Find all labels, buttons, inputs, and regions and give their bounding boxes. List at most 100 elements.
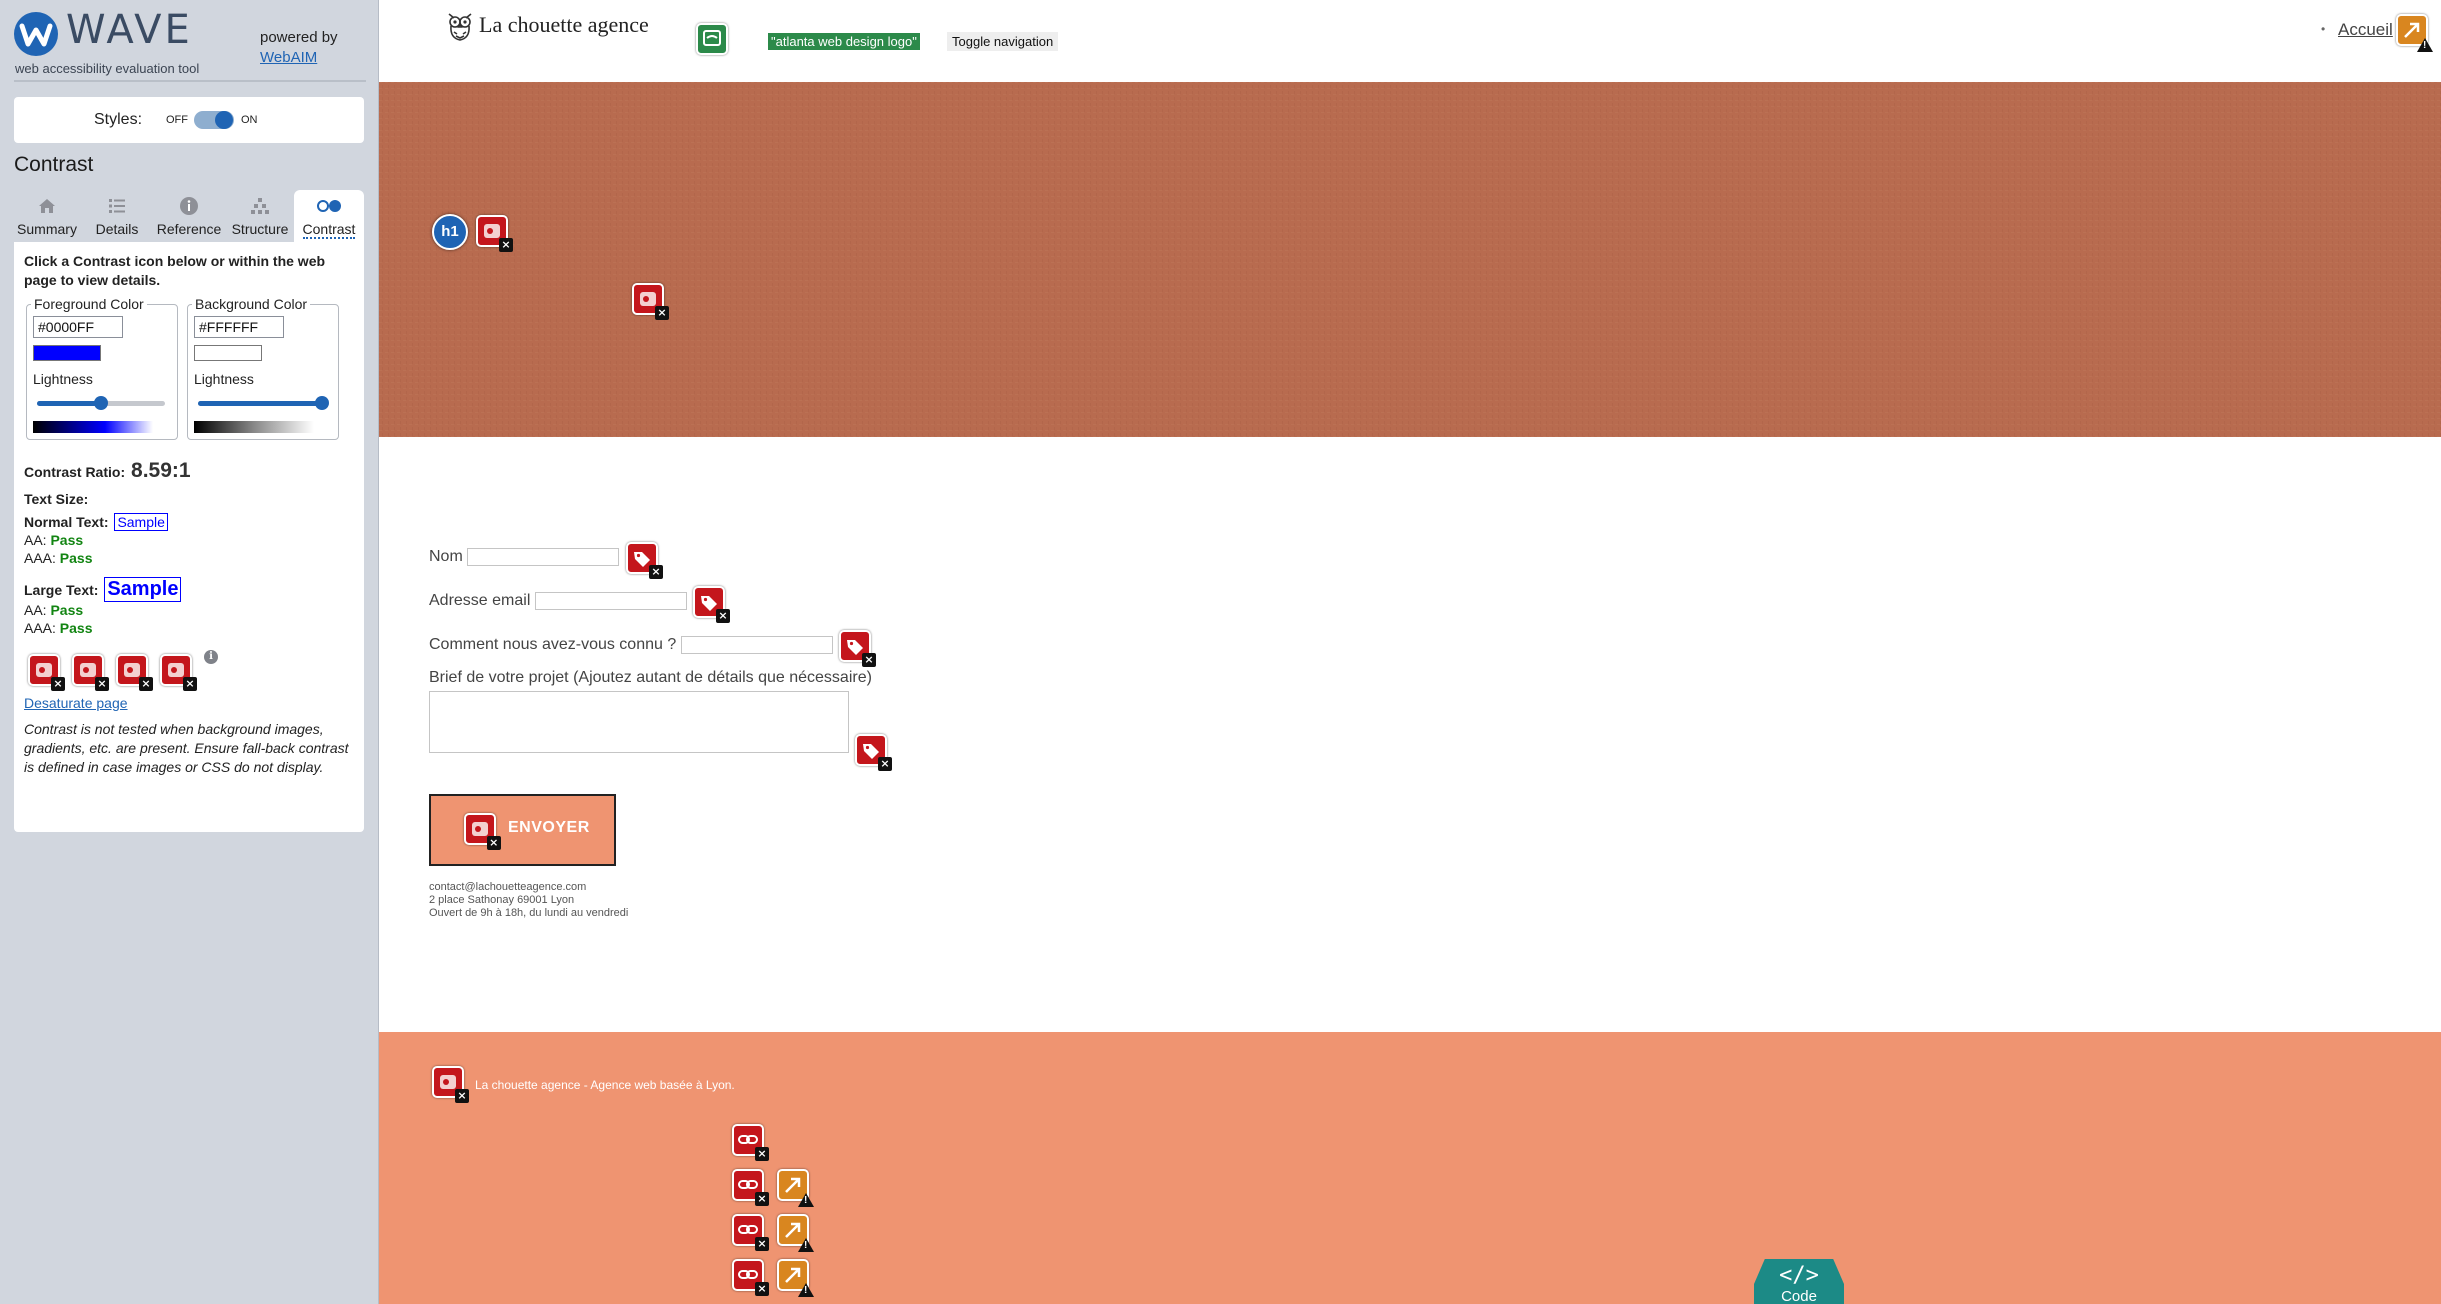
nav-link-accueil[interactable]: Accueil bbox=[2338, 20, 2393, 40]
header-divider bbox=[14, 80, 366, 82]
styles-off-label: OFF bbox=[166, 114, 188, 126]
source-input[interactable] bbox=[681, 636, 833, 654]
source-label: Comment nous avez-vous connu ? bbox=[429, 636, 677, 653]
tab-structure[interactable]: Structure bbox=[226, 190, 294, 242]
contrast-error-icon[interactable]: × bbox=[432, 1066, 469, 1103]
contact-address: 2 place Sathonay 69001 Lyon bbox=[429, 894, 575, 906]
foreground-gradient-bar bbox=[33, 421, 153, 433]
background-lightness-label: Lightness bbox=[194, 371, 254, 387]
contrast-ratio: Contrast Ratio: 8.59:1 bbox=[24, 459, 191, 483]
redundant-link-alert-icon[interactable] bbox=[777, 1169, 814, 1207]
tab-contrast[interactable]: Contrast bbox=[294, 190, 364, 242]
empty-heading-error-icon[interactable]: × bbox=[476, 215, 513, 252]
foreground-lightness-slider[interactable] bbox=[37, 396, 165, 410]
contrast-error-icon[interactable]: × bbox=[28, 654, 65, 691]
contact-hours: Ouvert de 9h à 18h, du lundi au vendredi bbox=[429, 907, 629, 919]
wave-sidebar: WAVE web accessibility evaluation tool p… bbox=[0, 0, 379, 1304]
list-icon bbox=[84, 196, 150, 218]
foreground-color-group: Foreground Color #0000FF Lightness bbox=[26, 296, 178, 440]
envoyer-button[interactable]: × ENVOYER bbox=[429, 794, 616, 866]
panel-title: Contrast bbox=[14, 153, 94, 176]
code-label: Code bbox=[1781, 1288, 1817, 1304]
styles-toggle-box: Styles: OFF ON bbox=[14, 97, 364, 143]
missing-label-error-icon[interactable]: × bbox=[626, 542, 663, 579]
background-color-group: Background Color #FFFFFF Lightness bbox=[187, 296, 339, 440]
contrast-error-icon[interactable]: × bbox=[160, 654, 197, 691]
background-gradient-bar bbox=[194, 421, 314, 433]
evaluated-page: La chouette agence "atlanta web design l… bbox=[379, 0, 2441, 1304]
normal-text-sample: Sample bbox=[114, 513, 168, 531]
desaturate-page-link[interactable]: Desaturate page bbox=[24, 695, 128, 711]
heading-h1-icon[interactable]: h1 bbox=[432, 214, 468, 250]
alt-text-label: "atlanta web design logo" bbox=[768, 33, 920, 50]
tab-reference[interactable]: Reference bbox=[154, 190, 224, 242]
empty-link-error-icon[interactable]: × bbox=[732, 1259, 769, 1296]
email-input[interactable] bbox=[535, 592, 687, 610]
footer-text: La chouette agence - Agence web basée à … bbox=[475, 1078, 735, 1092]
slider-thumb[interactable] bbox=[315, 396, 330, 410]
nom-input[interactable] bbox=[467, 548, 619, 566]
tab-details[interactable]: Details bbox=[84, 190, 150, 242]
redundant-link-alert-icon[interactable] bbox=[777, 1214, 814, 1252]
envoyer-label: ENVOYER bbox=[508, 819, 590, 836]
tab-label: Summary bbox=[17, 221, 77, 237]
contrast-error-icon[interactable]: × bbox=[464, 813, 501, 850]
normal-aaa-status: Pass bbox=[59, 550, 93, 566]
missing-label-error-icon[interactable]: × bbox=[693, 586, 730, 623]
owl-logo-icon[interactable] bbox=[445, 8, 475, 42]
background-lightness-slider[interactable] bbox=[198, 396, 330, 410]
background-hex-input[interactable]: #FFFFFF bbox=[194, 316, 284, 338]
empty-link-error-icon[interactable]: × bbox=[732, 1169, 769, 1206]
tab-label: Contrast bbox=[302, 221, 356, 239]
redundant-link-alert-icon[interactable] bbox=[2396, 14, 2433, 52]
contrast-info-icon[interactable]: i bbox=[204, 650, 218, 664]
background-legend: Background Color bbox=[192, 296, 311, 312]
contrast-ratio-label: Contrast Ratio: bbox=[24, 464, 126, 480]
slider-thumb[interactable] bbox=[94, 396, 108, 410]
contrast-error-icon[interactable]: × bbox=[632, 283, 669, 320]
missing-label-error-icon[interactable]: × bbox=[839, 630, 876, 667]
site-footer: × La chouette agence - Agence web basée … bbox=[379, 1032, 2441, 1304]
empty-link-error-icon[interactable]: × bbox=[732, 1214, 769, 1251]
large-aaa-result: AAA: Pass bbox=[24, 620, 93, 636]
nom-label: Nom bbox=[429, 548, 463, 565]
contrast-instructions: Click a Contrast icon below or within th… bbox=[24, 253, 326, 288]
structure-icon bbox=[226, 196, 294, 218]
large-aa-status: Pass bbox=[50, 602, 84, 618]
hero-banner: h1 × × bbox=[379, 82, 2441, 437]
large-text-row: Large Text: Sample bbox=[24, 577, 182, 602]
slider-fill bbox=[198, 401, 323, 406]
wave-logo-icon[interactable] bbox=[14, 12, 58, 56]
home-icon bbox=[14, 196, 80, 218]
wave-header: WAVE web accessibility evaluation tool p… bbox=[0, 0, 379, 82]
missing-label-error-icon[interactable]: × bbox=[855, 734, 892, 771]
empty-link-error-icon[interactable]: × bbox=[732, 1124, 769, 1161]
foreground-legend: Foreground Color bbox=[31, 296, 147, 312]
slider-fill bbox=[37, 401, 101, 406]
webaim-link[interactable]: WebAIM bbox=[260, 48, 338, 68]
tab-summary[interactable]: Summary bbox=[14, 190, 80, 242]
styles-toggle-switch[interactable] bbox=[194, 111, 234, 129]
site-brand-name[interactable]: La chouette agence bbox=[479, 12, 649, 38]
hero-texture bbox=[379, 82, 2441, 437]
redundant-link-alert-icon[interactable] bbox=[777, 1259, 814, 1297]
aaa-label: AAA: bbox=[24, 620, 56, 636]
text-size-label: Text Size: bbox=[24, 491, 89, 507]
foreground-hex-input[interactable]: #0000FF bbox=[33, 316, 123, 338]
panel-tabs: Summary Details Reference Structure Cont… bbox=[14, 190, 364, 242]
aa-label: AA: bbox=[24, 532, 47, 548]
toggle-navigation-button[interactable]: Toggle navigation bbox=[947, 32, 1059, 51]
wave-tagline: web accessibility evaluation tool bbox=[15, 61, 200, 76]
background-swatch bbox=[194, 345, 262, 361]
contrast-error-icon[interactable]: × bbox=[72, 654, 109, 691]
brief-label: Brief de votre projet (Ajoutez autant de… bbox=[429, 669, 872, 686]
linked-image-feature-icon[interactable] bbox=[696, 23, 728, 55]
aaa-label: AAA: bbox=[24, 550, 56, 566]
code-panel-toggle[interactable]: </> Code bbox=[1754, 1259, 1844, 1304]
contrast-error-icon[interactable]: × bbox=[116, 654, 153, 691]
contrast-note: Contrast is not tested when background i… bbox=[24, 721, 349, 775]
contrast-error-icons: × × × × bbox=[28, 654, 258, 691]
brief-textarea[interactable] bbox=[429, 691, 849, 753]
normal-text-row: Normal Text: Sample bbox=[24, 513, 168, 531]
wave-wordmark: WAVE bbox=[66, 7, 193, 53]
